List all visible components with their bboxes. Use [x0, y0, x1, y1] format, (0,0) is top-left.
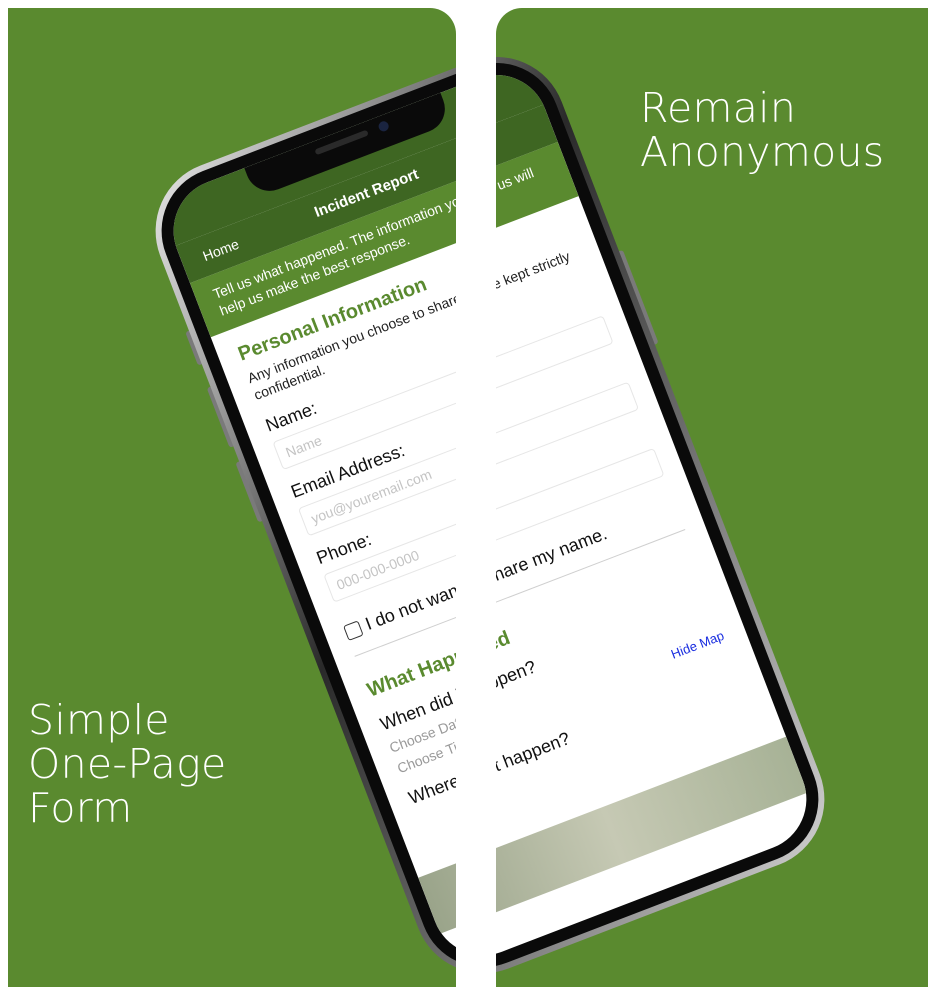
- phone-bezel: Home Incident Report Tell us what happen…: [496, 44, 838, 986]
- phone-frame: Home Incident Report Tell us what happen…: [135, 36, 456, 987]
- left-caption: Simple One-Page Form: [28, 696, 227, 832]
- right-caption: Remain Anonymous: [640, 84, 885, 176]
- phone-screen: Home Incident Report Tell us what happen…: [158, 59, 456, 971]
- speaker-grille: [314, 129, 369, 156]
- phone-frame: Home Incident Report Tell us what happen…: [496, 36, 845, 987]
- location-map[interactable]: [496, 736, 808, 934]
- phone-mockup: Home Incident Report Tell us what happen…: [135, 36, 456, 987]
- anonymous-checkbox[interactable]: [342, 619, 364, 641]
- incident-form: Personal Information Any information you…: [496, 196, 808, 934]
- phone-bezel: Home Incident Report Tell us what happen…: [142, 44, 456, 986]
- front-camera: [377, 119, 391, 133]
- left-panel: Home Incident Report Tell us what happen…: [8, 8, 456, 987]
- phone-screen: Home Incident Report Tell us what happen…: [496, 59, 822, 971]
- phone-mockup-right: Home Incident Report Tell us what happen…: [496, 36, 845, 987]
- right-panel: Home Incident Report Tell us what happen…: [496, 8, 928, 987]
- phone-scene-left: Home Incident Report Tell us what happen…: [8, 8, 456, 987]
